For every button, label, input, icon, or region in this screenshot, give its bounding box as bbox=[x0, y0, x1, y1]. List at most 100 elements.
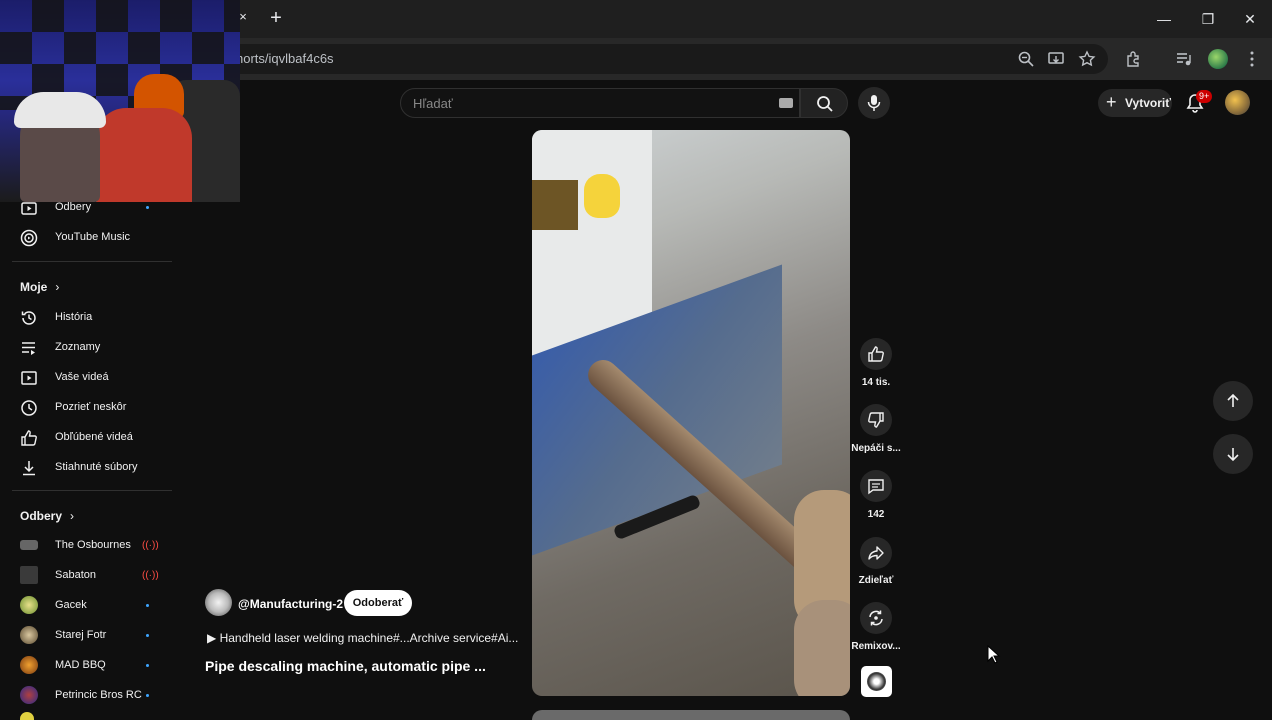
chevron-right-icon: › bbox=[55, 280, 60, 294]
next-short-preview[interactable] bbox=[532, 710, 850, 720]
arrow-down-icon bbox=[1227, 448, 1239, 462]
bookmark-star-icon[interactable] bbox=[1078, 50, 1096, 68]
play-icon: ▶ bbox=[207, 631, 220, 645]
channel-avatar bbox=[20, 712, 34, 720]
sidebar-item-subscriptions[interactable]: Odbery bbox=[12, 194, 172, 222]
channel-name-link[interactable]: @Manufacturing-2 bbox=[238, 597, 343, 611]
channel-avatar bbox=[20, 656, 38, 674]
new-content-dot bbox=[146, 664, 149, 667]
chevron-right-icon: › bbox=[70, 509, 75, 523]
sidebar: Odbery YouTube Music Moje › História Zozn… bbox=[0, 196, 180, 720]
next-short-button[interactable] bbox=[1213, 434, 1253, 474]
like-count: 14 tis. bbox=[861, 377, 891, 388]
url-text: horts/iqvlbaf4c6s bbox=[236, 51, 334, 66]
streamer-cap bbox=[14, 92, 106, 128]
sidebar-channel-item[interactable]: MAD BBQ bbox=[12, 652, 172, 680]
thumbs-up-icon bbox=[868, 346, 884, 362]
microphone-icon bbox=[867, 95, 881, 111]
streamer-companion bbox=[96, 108, 192, 202]
sidebar-divider bbox=[12, 261, 172, 262]
search-icon bbox=[817, 96, 833, 112]
sidebar-item-your-videos[interactable]: Vaše videá bbox=[12, 364, 172, 392]
notifications-badge: 9+ bbox=[1196, 90, 1213, 103]
shorts-video-player[interactable] bbox=[532, 130, 850, 696]
address-bar[interactable]: horts/iqvlbaf4c6s bbox=[200, 44, 1108, 74]
subscriptions-icon bbox=[21, 202, 37, 215]
extensions-icon[interactable] bbox=[1125, 50, 1143, 68]
channel-avatar bbox=[20, 596, 38, 614]
dislike-button[interactable] bbox=[860, 404, 892, 436]
channel-avatar bbox=[20, 566, 38, 584]
sound-thumbnail-logo bbox=[867, 672, 886, 691]
sidebar-channel-item[interactable]: The Osbournes ((·)) bbox=[12, 532, 172, 560]
sidebar-item-playlists[interactable]: Zoznamy bbox=[12, 334, 172, 362]
profile-avatar-icon[interactable] bbox=[1208, 49, 1228, 69]
live-indicator-icon: ((·)) bbox=[142, 570, 159, 581]
thumbs-down-icon bbox=[868, 412, 884, 428]
keyboard-icon[interactable] bbox=[779, 98, 793, 108]
install-app-icon[interactable] bbox=[1047, 50, 1065, 68]
new-content-dot bbox=[146, 634, 149, 637]
video-frame-sticker bbox=[532, 180, 578, 230]
webcam-overlay bbox=[0, 0, 240, 202]
your-videos-icon bbox=[21, 371, 37, 385]
download-icon bbox=[23, 461, 35, 476]
share-arrow-icon bbox=[868, 546, 884, 560]
you-section-heading[interactable]: Moje › bbox=[20, 280, 59, 294]
sidebar-divider bbox=[12, 490, 172, 491]
new-content-dot bbox=[146, 604, 149, 607]
new-content-dot bbox=[146, 206, 149, 209]
like-button[interactable] bbox=[860, 338, 892, 370]
video-frame-glove bbox=[794, 600, 850, 696]
zoom-icon[interactable] bbox=[1017, 50, 1035, 68]
playlists-icon bbox=[22, 342, 35, 355]
minimize-button[interactable]: — bbox=[1152, 8, 1176, 30]
comment-icon bbox=[868, 479, 884, 495]
history-icon bbox=[21, 311, 36, 325]
search-button[interactable] bbox=[800, 88, 848, 118]
more-menu-icon[interactable] bbox=[1243, 50, 1261, 68]
restore-button[interactable]: ❐ bbox=[1196, 8, 1220, 30]
subscribe-button[interactable]: Odoberať bbox=[344, 590, 412, 616]
channel-avatar bbox=[20, 626, 38, 644]
thumbs-up-icon bbox=[21, 430, 37, 446]
music-link[interactable]: ▶ Handheld laser welding machine#...Arch… bbox=[207, 631, 518, 645]
channel-avatar[interactable] bbox=[205, 589, 232, 616]
new-tab-button[interactable]: + bbox=[266, 8, 286, 28]
comments-count: 142 bbox=[867, 509, 885, 520]
search-input[interactable]: Hľadať bbox=[413, 96, 453, 111]
new-content-dot bbox=[146, 694, 149, 697]
close-window-button[interactable]: ✕ bbox=[1238, 8, 1262, 30]
media-control-icon[interactable] bbox=[1175, 50, 1193, 68]
channel-avatar bbox=[20, 540, 38, 550]
account-avatar[interactable] bbox=[1225, 90, 1250, 115]
youtube-music-icon bbox=[20, 229, 38, 247]
share-label: Zdieľať bbox=[858, 575, 894, 586]
voice-search-button[interactable] bbox=[858, 87, 890, 119]
previous-short-button[interactable] bbox=[1213, 381, 1253, 421]
short-title[interactable]: Pipe descaling machine, automatic pipe .… bbox=[205, 658, 486, 674]
sidebar-item-youtube-music[interactable]: YouTube Music bbox=[12, 224, 172, 252]
sidebar-channel-item[interactable]: Starej Fotr bbox=[12, 622, 172, 650]
plus-icon: + bbox=[1106, 92, 1117, 112]
create-button[interactable]: + Vytvoriť bbox=[1098, 89, 1172, 117]
sidebar-channel-item[interactable]: Gacek bbox=[12, 592, 172, 620]
comments-button[interactable] bbox=[860, 470, 892, 502]
sidebar-item-liked-videos[interactable]: Obľúbené videá bbox=[12, 424, 172, 452]
watch-later-icon bbox=[21, 400, 37, 416]
sidebar-item-downloads[interactable]: Stiahnuté súbory bbox=[12, 454, 172, 482]
remix-icon bbox=[869, 610, 883, 626]
sidebar-channel-item[interactable]: Sabaton ((·)) bbox=[12, 562, 172, 590]
subscriptions-section-heading[interactable]: Odbery › bbox=[20, 509, 74, 523]
sidebar-item-watch-later[interactable]: Pozrieť neskôr bbox=[12, 394, 172, 422]
arrow-up-icon bbox=[1227, 393, 1239, 407]
channel-avatar bbox=[20, 686, 38, 704]
sidebar-item-history[interactable]: História bbox=[12, 304, 172, 332]
search-box[interactable]: Hľadať bbox=[400, 88, 800, 118]
live-indicator-icon: ((·)) bbox=[142, 540, 159, 551]
share-button[interactable] bbox=[860, 537, 892, 569]
remix-button[interactable] bbox=[860, 602, 892, 634]
sidebar-channel-item[interactable]: Petrincic Bros RC bbox=[12, 682, 172, 710]
dislike-label: Nepáči s... bbox=[851, 443, 901, 454]
sound-thumbnail[interactable] bbox=[861, 666, 892, 697]
